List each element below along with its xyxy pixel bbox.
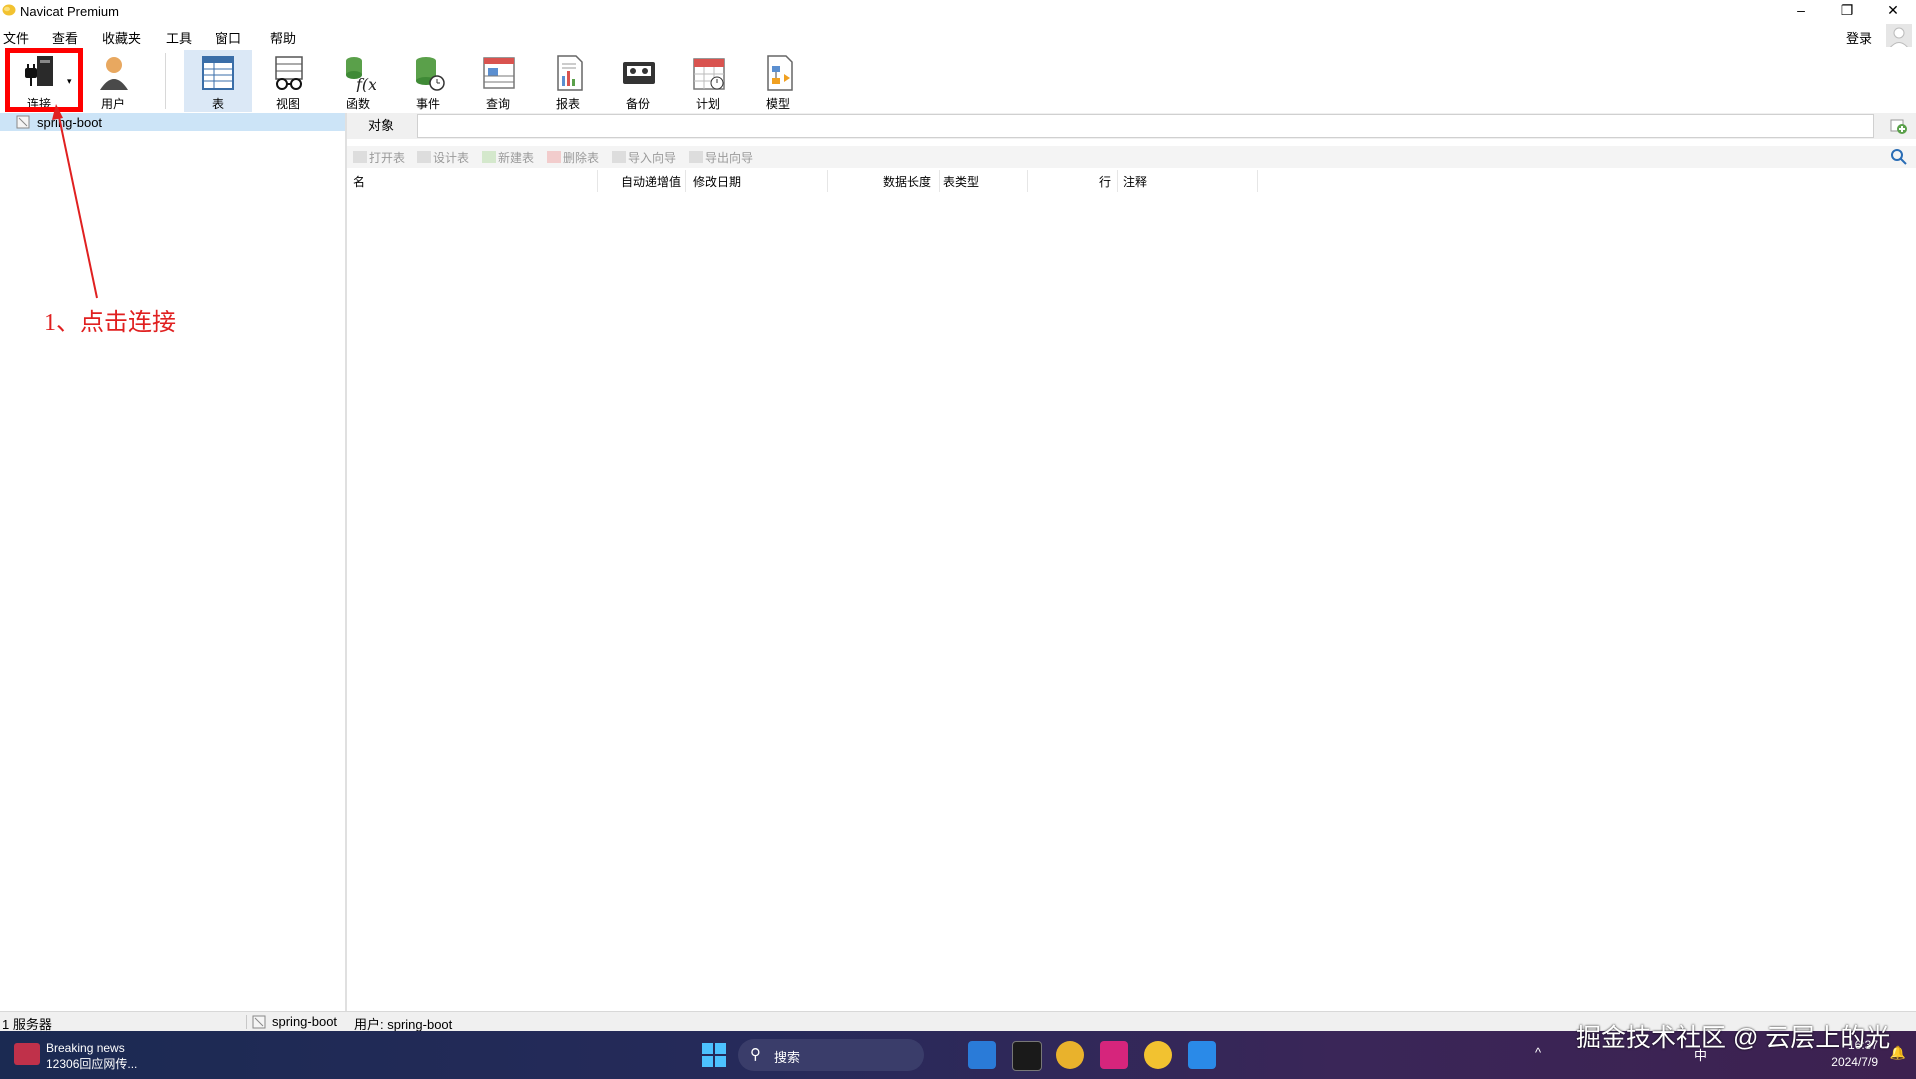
taskbar-search[interactable]: ⚲ 搜索 [738,1039,924,1071]
tray-expand-icon[interactable]: ^ [1535,1045,1541,1060]
windows-logo-icon [702,1043,726,1067]
terminal-app-icon[interactable] [1012,1041,1042,1071]
clock-date: 2024/7/9 [1831,1055,1878,1069]
start-button[interactable] [700,1041,728,1069]
annotation-text: 1、点击连接 [44,310,176,336]
status-connection: spring-boot [272,1014,338,1029]
search-icon: ⚲ [750,1046,761,1063]
news-subtitle: 12306回应网传... [46,1057,138,1071]
notification-bell-icon[interactable]: 🔔 [1890,1045,1906,1061]
navicat-app-icon[interactable] [1144,1041,1172,1069]
status-divider [246,1015,247,1029]
taskbar-search-placeholder: 搜索 [774,1050,801,1065]
watermark: 掘金技术社区 @ 云层上的光 [1576,1024,1891,1052]
vscode-app-icon[interactable] [968,1041,996,1069]
news-title: Breaking news [46,1041,125,1055]
feishu-app-icon[interactable] [1188,1041,1216,1069]
news-icon[interactable] [14,1043,40,1065]
annotation-arrow [52,104,98,299]
chrome-app-icon[interactable] [1056,1041,1084,1069]
news-widget[interactable]: Breaking news 12306回应网传... [46,1041,137,1072]
connection-icon [252,1015,266,1029]
jetbrains-app-icon[interactable] [1100,1041,1128,1069]
